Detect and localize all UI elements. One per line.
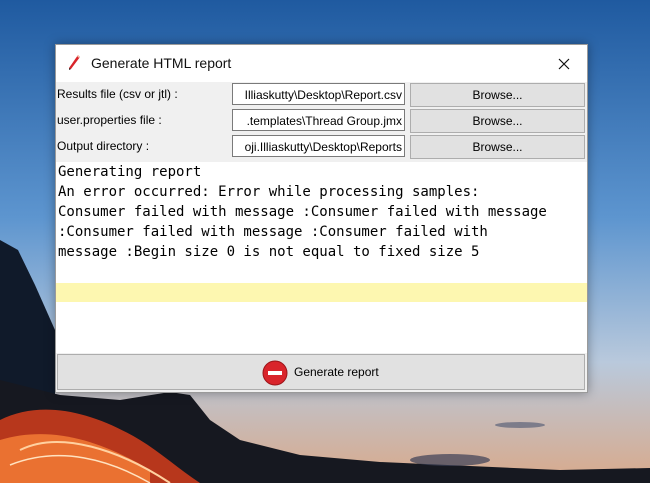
output-directory-row: Output directory : oji.Illiaskutty\Deskt… [56, 135, 587, 159]
generate-report-dialog: Generate HTML report Results file (csv o… [55, 44, 588, 393]
stop-icon [262, 360, 288, 386]
results-file-browse-button[interactable]: Browse... [410, 83, 585, 107]
user-properties-browse-button[interactable]: Browse... [410, 109, 585, 133]
user-properties-row: user.properties file : .templates\Thread… [56, 109, 587, 133]
log-output-area[interactable]: Generating report An error occurred: Err… [56, 162, 587, 353]
generate-report-label: Generate report [294, 365, 379, 379]
generate-report-button[interactable]: Generate report [57, 354, 585, 390]
output-directory-label: Output directory : [57, 139, 150, 153]
close-icon [558, 58, 570, 69]
desktop-background: Generate HTML report Results file (csv o… [0, 0, 650, 483]
results-file-input[interactable]: Illiaskutty\Desktop\Report.csv [232, 83, 405, 105]
log-text: Generating report An error occurred: Err… [58, 164, 547, 260]
output-directory-input[interactable]: oji.Illiaskutty\Desktop\Reports [232, 135, 405, 157]
close-button[interactable] [541, 45, 587, 82]
user-properties-input[interactable]: .templates\Thread Group.jmx [232, 109, 405, 131]
user-properties-label: user.properties file : [57, 113, 162, 127]
output-directory-browse-button[interactable]: Browse... [410, 135, 585, 159]
results-file-label: Results file (csv or jtl) : [57, 87, 178, 101]
results-file-row: Results file (csv or jtl) : Illiaskutty\… [56, 83, 587, 107]
current-line-highlight [56, 283, 587, 302]
window-title: Generate HTML report [91, 55, 232, 71]
feather-pen-icon [69, 55, 80, 70]
title-bar: Generate HTML report [56, 45, 587, 82]
